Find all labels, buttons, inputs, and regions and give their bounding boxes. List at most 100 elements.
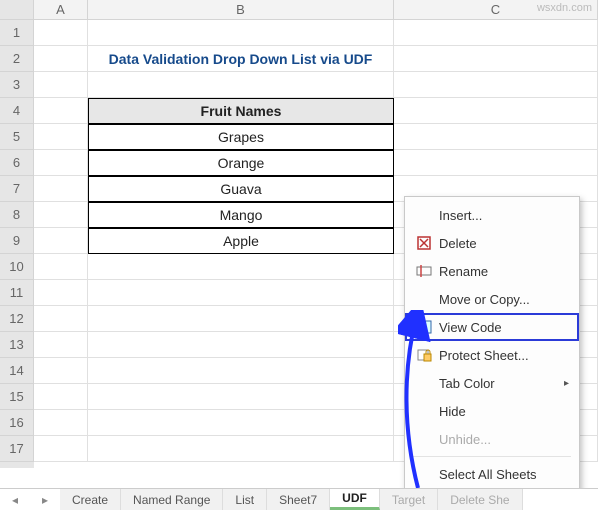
cell[interactable]	[88, 436, 394, 462]
row-header[interactable]: 11	[0, 280, 34, 306]
cell[interactable]	[88, 410, 394, 436]
chevron-right-icon: ▸	[564, 378, 569, 389]
menu-hide[interactable]: Hide	[405, 397, 579, 425]
cell[interactable]	[34, 436, 88, 462]
cell[interactable]	[34, 176, 88, 202]
cell[interactable]	[34, 358, 88, 384]
fruit-table-header[interactable]: Fruit Names	[88, 98, 394, 124]
menu-label: Delete	[439, 236, 477, 251]
sheet-tab-target[interactable]: Target	[380, 489, 438, 510]
cell[interactable]	[34, 150, 88, 176]
cell[interactable]	[88, 72, 394, 98]
menu-label: Tab Color	[439, 376, 495, 391]
sheet-context-menu: Insert... Delete Rename Move or Copy... …	[404, 196, 580, 493]
menu-insert[interactable]: Insert...	[405, 201, 579, 229]
row-header[interactable]: 17	[0, 436, 34, 462]
sheet-tab-delete[interactable]: Delete She	[438, 489, 522, 510]
title-cell[interactable]: Data Validation Drop Down List via UDF	[88, 46, 394, 72]
cell[interactable]	[34, 410, 88, 436]
view-code-icon	[413, 319, 435, 335]
sheet-tab-named-range[interactable]: Named Range	[121, 489, 223, 510]
menu-label: Select All Sheets	[439, 467, 537, 482]
sheet-tab-bar: ◂ ▸ Create Named Range List Sheet7 UDF T…	[0, 488, 598, 510]
cell[interactable]	[88, 254, 394, 280]
cell[interactable]	[88, 280, 394, 306]
row-header[interactable]: 6	[0, 150, 34, 176]
row-header[interactable]: 5	[0, 124, 34, 150]
tab-nav-group: ◂ ▸	[0, 489, 60, 510]
cell[interactable]	[34, 228, 88, 254]
row-header[interactable]: 12	[0, 306, 34, 332]
menu-tab-color[interactable]: Tab Color ▸	[405, 369, 579, 397]
cell[interactable]	[394, 46, 598, 72]
menu-label: Rename	[439, 264, 488, 279]
row-header[interactable]: 4	[0, 98, 34, 124]
fruit-cell[interactable]: Guava	[88, 176, 394, 202]
cell[interactable]	[34, 20, 88, 46]
menu-select-all-sheets[interactable]: Select All Sheets	[405, 460, 579, 488]
cell[interactable]	[34, 202, 88, 228]
menu-protect-sheet[interactable]: Protect Sheet...	[405, 341, 579, 369]
menu-label: Unhide...	[439, 432, 491, 447]
fruit-cell[interactable]: Mango	[88, 202, 394, 228]
cell[interactable]	[34, 254, 88, 280]
column-header[interactable]: B	[88, 0, 394, 19]
row-header[interactable]: 10	[0, 254, 34, 280]
row-header[interactable]: 2	[0, 46, 34, 72]
cell[interactable]	[88, 384, 394, 410]
row-header-column: 1 2 3 4 5 6 7 8 9 10 11 12 13 14 15 16 1…	[0, 20, 34, 468]
menu-move-or-copy[interactable]: Move or Copy...	[405, 285, 579, 313]
cell[interactable]	[88, 358, 394, 384]
row-header[interactable]: 7	[0, 176, 34, 202]
sheet-tab-sheet7[interactable]: Sheet7	[267, 489, 330, 510]
cell[interactable]	[34, 72, 88, 98]
menu-label: Move or Copy...	[439, 292, 530, 307]
cell[interactable]	[34, 332, 88, 358]
row-header[interactable]: 14	[0, 358, 34, 384]
fruit-cell[interactable]: Grapes	[88, 124, 394, 150]
menu-label: Insert...	[439, 208, 482, 223]
select-all-corner[interactable]	[0, 0, 34, 19]
menu-separator	[413, 456, 571, 457]
cell[interactable]	[394, 72, 598, 98]
cell[interactable]	[88, 306, 394, 332]
menu-rename[interactable]: Rename	[405, 257, 579, 285]
cell[interactable]	[88, 332, 394, 358]
rename-icon	[413, 263, 435, 279]
row-header[interactable]: 9	[0, 228, 34, 254]
fruit-cell[interactable]: Orange	[88, 150, 394, 176]
menu-label: Hide	[439, 404, 466, 419]
cell[interactable]	[394, 20, 598, 46]
sheet-tab-udf[interactable]: UDF	[330, 489, 380, 510]
fruit-cell[interactable]: Apple	[88, 228, 394, 254]
row-header[interactable]: 8	[0, 202, 34, 228]
row-header[interactable]: 3	[0, 72, 34, 98]
row-header[interactable]: 13	[0, 332, 34, 358]
sheet-tab-create[interactable]: Create	[60, 489, 121, 510]
cell[interactable]	[34, 98, 88, 124]
cell[interactable]	[34, 280, 88, 306]
row-header[interactable]: 16	[0, 410, 34, 436]
menu-unhide: Unhide...	[405, 425, 579, 453]
row-header[interactable]: 15	[0, 384, 34, 410]
delete-icon	[413, 235, 435, 251]
cell[interactable]	[34, 46, 88, 72]
menu-delete[interactable]: Delete	[405, 229, 579, 257]
column-header[interactable]: C	[394, 0, 598, 19]
cell[interactable]	[88, 20, 394, 46]
row-header[interactable]: 1	[0, 20, 34, 46]
cell[interactable]	[394, 124, 598, 150]
column-header[interactable]: A	[34, 0, 88, 19]
cell[interactable]	[394, 98, 598, 124]
cell[interactable]	[34, 306, 88, 332]
menu-label: Protect Sheet...	[439, 348, 529, 363]
sheet-tab-list[interactable]: List	[223, 489, 267, 510]
protect-icon	[413, 347, 435, 363]
nav-prev-icon[interactable]: ◂	[12, 493, 18, 507]
cell[interactable]	[34, 384, 88, 410]
cell[interactable]	[34, 124, 88, 150]
cell[interactable]	[394, 150, 598, 176]
nav-next-icon[interactable]: ▸	[42, 493, 48, 507]
menu-label: View Code	[439, 320, 502, 335]
menu-view-code[interactable]: View Code	[405, 313, 579, 341]
